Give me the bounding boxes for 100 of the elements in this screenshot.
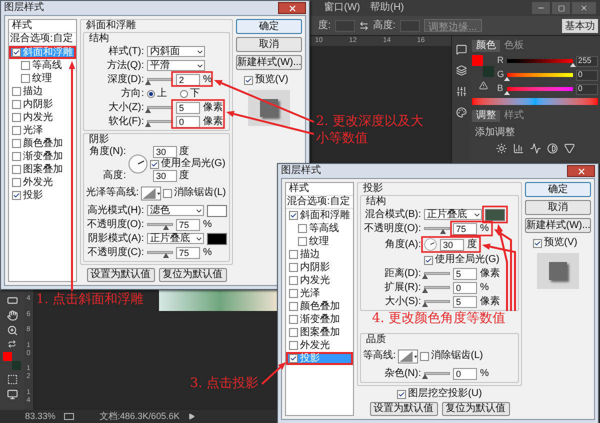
value-field[interactable]: 30 xyxy=(440,238,464,250)
checkbox[interactable] xyxy=(289,315,298,324)
style-list-item[interactable]: 光泽 xyxy=(9,124,76,137)
checkbox-option[interactable]: 消除锯齿(L) xyxy=(420,351,484,361)
swap-icon[interactable] xyxy=(358,20,369,30)
checkbox[interactable] xyxy=(12,178,21,187)
hand-icon[interactable] xyxy=(6,310,18,321)
panel-tab[interactable]: 样式 xyxy=(500,110,528,122)
default-button[interactable]: 复位为默认值 xyxy=(158,268,226,282)
style-list-item[interactable]: 渐变叠加 xyxy=(286,313,353,326)
checkbox[interactable] xyxy=(289,328,298,337)
triangle-icon[interactable] xyxy=(564,143,575,154)
dialog-button[interactable]: 新建样式(W)... xyxy=(525,218,591,233)
checkbox[interactable] xyxy=(12,48,21,57)
dropdown[interactable]: 滤色 xyxy=(147,205,204,216)
layers-icon[interactable] xyxy=(456,65,467,76)
color-spectrum[interactable] xyxy=(472,98,598,105)
dropdown[interactable]: 平滑 xyxy=(147,60,205,71)
checkbox-option[interactable]: 预览(V) xyxy=(244,75,288,85)
style-list-item[interactable]: 描边 xyxy=(286,248,353,261)
checkbox[interactable] xyxy=(21,74,30,83)
default-button[interactable]: 设置为默认值 xyxy=(86,268,154,282)
rectangle-icon[interactable] xyxy=(6,295,18,306)
value-field[interactable]: 30 xyxy=(153,170,177,182)
dialog-button[interactable]: 取消 xyxy=(236,37,302,52)
contour-preview[interactable] xyxy=(140,184,161,202)
angle-dial[interactable] xyxy=(424,238,437,251)
value-field[interactable]: 0 xyxy=(453,282,477,294)
sliders-icon[interactable] xyxy=(456,86,467,97)
value-field[interactable]: 0 xyxy=(576,70,598,80)
style-list-item[interactable]: 内发光 xyxy=(286,274,353,287)
value-field[interactable]: 5 xyxy=(453,296,477,308)
swap-colors-icon[interactable] xyxy=(8,340,16,348)
close-button[interactable] xyxy=(567,165,595,177)
curve-icon[interactable] xyxy=(530,143,541,154)
value-field[interactable]: 0 xyxy=(576,84,598,94)
quick-mask-icon[interactable] xyxy=(6,374,18,385)
default-button[interactable]: 设置为默认值 xyxy=(370,402,438,416)
style-list-item[interactable]: 颜色叠加 xyxy=(9,137,76,150)
slider-thumb[interactable] xyxy=(145,108,152,113)
checkbox-option[interactable]: 消除锯齿(L) xyxy=(162,188,226,198)
slider-thumb[interactable] xyxy=(422,274,428,279)
color-swatch[interactable] xyxy=(207,232,227,244)
foreground-color-swatch[interactable] xyxy=(472,55,484,66)
checkbox[interactable] xyxy=(420,352,429,360)
checkbox-option[interactable]: 图层挖空投影(U) xyxy=(397,389,482,399)
style-list-item[interactable]: 图案叠加 xyxy=(9,163,76,176)
default-button[interactable]: 复位为默认值 xyxy=(442,402,510,416)
slider-thumb[interactable] xyxy=(145,122,151,127)
foreground-color-swatch[interactable] xyxy=(3,352,12,361)
style-list-item[interactable]: 图案叠加 xyxy=(286,326,353,339)
checkbox[interactable] xyxy=(289,289,298,298)
palette-icon[interactable] xyxy=(456,107,467,118)
checkbox[interactable] xyxy=(244,76,253,84)
style-list-item[interactable]: 内阴影 xyxy=(286,261,353,274)
checkbox[interactable] xyxy=(162,188,172,198)
value-field[interactable]: 75 xyxy=(176,218,200,230)
style-list-item[interactable]: 外发光 xyxy=(286,339,353,352)
slider-thumb[interactable] xyxy=(163,253,169,258)
maximize-button[interactable] xyxy=(552,2,570,14)
checkbox-option[interactable]: 预览(V) xyxy=(533,238,578,248)
radio-button[interactable] xyxy=(180,90,188,98)
checkbox[interactable] xyxy=(21,61,30,70)
slider-thumb[interactable] xyxy=(422,374,428,379)
dialog-button[interactable]: 确定 xyxy=(236,19,302,34)
checkbox[interactable] xyxy=(12,113,21,122)
dropdown[interactable]: 正片叠底 xyxy=(424,209,482,220)
checkbox[interactable] xyxy=(289,354,298,363)
checkbox[interactable] xyxy=(289,341,298,350)
value-field[interactable]: 75 xyxy=(176,246,200,258)
value-field[interactable]: 75 xyxy=(453,222,477,234)
menu-item[interactable]: 帮助(H) xyxy=(370,3,404,13)
slider-thumb[interactable] xyxy=(422,288,428,293)
radio-option[interactable]: 下 xyxy=(180,88,200,98)
panel-tab[interactable]: 颜色 xyxy=(472,40,500,52)
color-swatch[interactable] xyxy=(485,208,505,220)
radio-option[interactable]: 上 xyxy=(147,88,167,98)
radio-button[interactable] xyxy=(147,90,155,98)
style-list-item[interactable]: 内阴影 xyxy=(9,98,76,111)
minimize-button[interactable] xyxy=(532,2,550,14)
checkbox-option[interactable]: 使用全局光(G) xyxy=(424,254,500,266)
checkbox[interactable] xyxy=(12,87,21,96)
contrast-icon[interactable] xyxy=(546,143,558,154)
checkbox[interactable] xyxy=(289,302,298,311)
checkbox[interactable] xyxy=(298,237,307,246)
background-color-swatch[interactable] xyxy=(12,361,21,370)
value-field[interactable]: 255 xyxy=(576,56,598,66)
close-button[interactable] xyxy=(278,2,306,14)
checkbox[interactable] xyxy=(12,152,21,161)
checkbox[interactable] xyxy=(12,100,21,109)
input-field[interactable] xyxy=(400,20,420,32)
checkbox[interactable] xyxy=(289,263,298,272)
play-icon[interactable] xyxy=(188,413,195,420)
value-field[interactable]: 0 xyxy=(176,116,200,128)
slider-thumb[interactable] xyxy=(145,80,152,85)
style-list-item[interactable]: 等高线 xyxy=(9,59,76,72)
contour-preview[interactable] xyxy=(398,348,418,364)
style-list-item[interactable]: 外发光 xyxy=(9,176,76,189)
input-field[interactable] xyxy=(334,20,355,32)
style-list-item[interactable]: 纹理 xyxy=(9,72,76,85)
